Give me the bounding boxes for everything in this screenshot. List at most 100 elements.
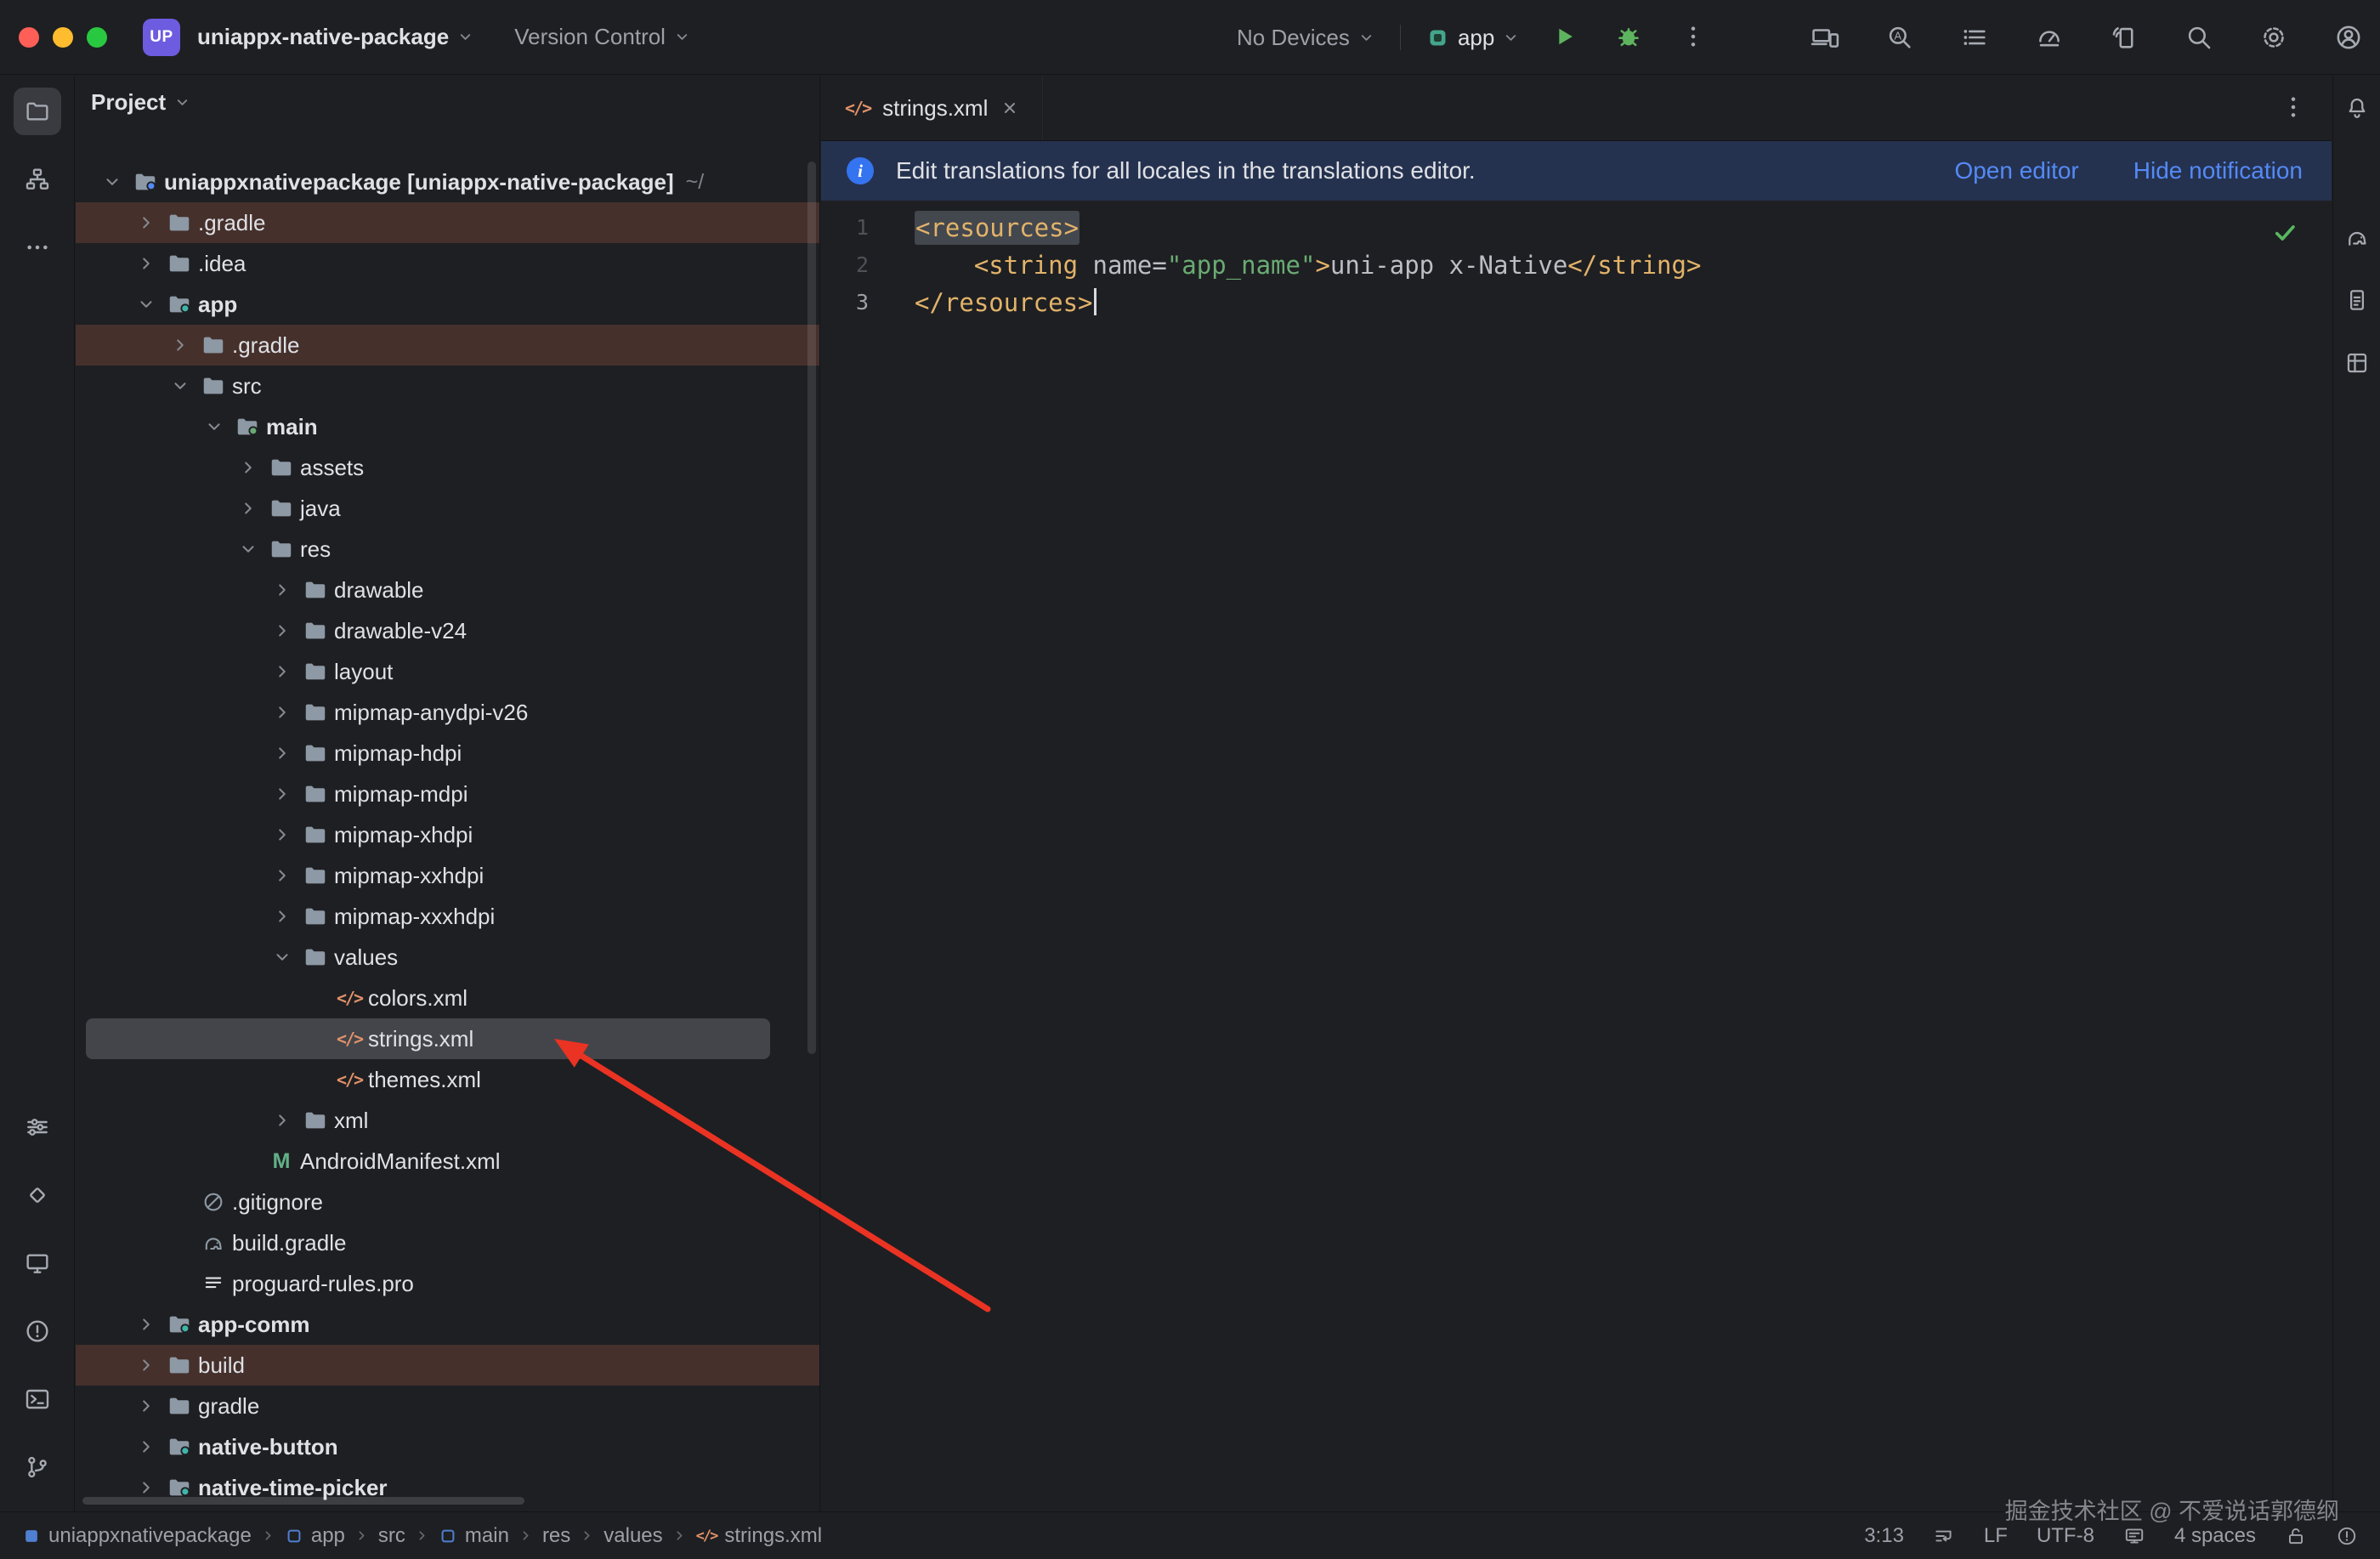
chevron-down-icon[interactable] xyxy=(130,295,162,314)
tree-item-mipmap-xhdpi[interactable]: mipmap-xhdpi xyxy=(76,814,819,855)
more-tool-windows-icon[interactable] xyxy=(14,224,61,271)
profiler-icon[interactable] xyxy=(2030,18,2069,57)
problems-icon[interactable] xyxy=(14,1307,61,1355)
chevron-right-icon[interactable] xyxy=(266,744,298,762)
tree-item-gradle[interactable]: gradle xyxy=(76,1386,819,1426)
breadcrumb-main[interactable]: main xyxy=(439,1524,509,1548)
close-tab-icon[interactable] xyxy=(1000,98,1020,118)
translate-search-icon[interactable]: A xyxy=(1880,18,1919,57)
breadcrumb-res[interactable]: res xyxy=(542,1524,570,1548)
chevron-right-icon[interactable] xyxy=(266,907,298,926)
tree-item-.idea[interactable]: .idea xyxy=(76,243,819,284)
debug-button[interactable] xyxy=(1609,18,1648,57)
chevron-right-icon[interactable] xyxy=(232,499,264,518)
tab-strings-xml[interactable]: </> strings.xml xyxy=(821,76,1043,140)
hide-notification-link[interactable]: Hide notification xyxy=(2134,157,2303,184)
breadcrumb-src[interactable]: src xyxy=(378,1524,405,1548)
tree-item-androidmanifest.xml[interactable]: MAndroidManifest.xml xyxy=(76,1141,819,1182)
tree-item-values[interactable]: values xyxy=(76,937,819,978)
notifications-icon[interactable] xyxy=(2337,88,2377,128)
account-icon[interactable] xyxy=(2329,18,2368,57)
project-widget[interactable]: uniappx-native-package xyxy=(197,24,473,50)
app-quality-insights-icon[interactable] xyxy=(14,1171,61,1219)
tree-item-.gradle[interactable]: .gradle xyxy=(76,325,819,366)
zoom-window-button[interactable] xyxy=(87,27,107,48)
chevron-right-icon[interactable] xyxy=(266,621,298,640)
chevron-down-icon[interactable] xyxy=(266,948,298,967)
tree-item-mipmap-hdpi[interactable]: mipmap-hdpi xyxy=(76,733,819,774)
open-editor-link[interactable]: Open editor xyxy=(1954,157,2078,184)
chevron-right-icon[interactable] xyxy=(130,1478,162,1497)
tree-item-mipmap-anydpi-v26[interactable]: mipmap-anydpi-v26 xyxy=(76,692,819,733)
chevron-down-icon[interactable] xyxy=(232,540,264,558)
tree-horizontal-scrollbar[interactable] xyxy=(82,1497,524,1505)
tree-item-mipmap-xxxhdpi[interactable]: mipmap-xxxhdpi xyxy=(76,896,819,937)
editor-options-button[interactable] xyxy=(2274,88,2313,128)
close-window-button[interactable] xyxy=(19,27,39,48)
chevron-right-icon[interactable] xyxy=(266,1111,298,1130)
tree-item-colors.xml[interactable]: </>colors.xml xyxy=(76,978,819,1018)
run-configuration-selector[interactable]: app xyxy=(1426,25,1519,51)
chevron-right-icon[interactable] xyxy=(266,703,298,722)
tree-item-build.gradle[interactable]: build.gradle xyxy=(76,1222,819,1263)
tree-item-app-comm[interactable]: app-comm xyxy=(76,1304,819,1345)
chevron-right-icon[interactable] xyxy=(232,458,264,477)
tree-item-themes.xml[interactable]: </>themes.xml xyxy=(76,1059,819,1100)
layout-inspector-icon[interactable] xyxy=(2337,343,2377,383)
soft-wrap-icon[interactable] xyxy=(1933,1525,1955,1547)
encoding-widget[interactable]: UTF-8 xyxy=(2037,1524,2094,1548)
tree-item-src[interactable]: src xyxy=(76,366,819,406)
device-pairing-icon[interactable] xyxy=(2105,18,2144,57)
tree-item-mipmap-xxhdpi[interactable]: mipmap-xxhdpi xyxy=(76,855,819,896)
inspection-ok-icon[interactable] xyxy=(2270,218,2299,247)
tree-item-uniappxnativepackage-uniappx-native-package[interactable]: uniappxnativepackage [uniappx-native-pac… xyxy=(76,162,819,202)
device-explorer-icon[interactable] xyxy=(2337,280,2377,320)
chevron-down-icon[interactable] xyxy=(164,377,196,395)
settings-icon[interactable] xyxy=(2254,18,2293,57)
version-control-icon[interactable] xyxy=(14,1443,61,1491)
chevron-right-icon[interactable] xyxy=(130,1437,162,1456)
chevron-right-icon[interactable] xyxy=(164,336,196,354)
structure-icon[interactable] xyxy=(14,156,61,203)
chevron-right-icon[interactable] xyxy=(130,1356,162,1375)
tree-item-.gitignore[interactable]: .gitignore xyxy=(76,1182,819,1222)
tree-item-app[interactable]: app xyxy=(76,284,819,325)
chevron-down-icon[interactable] xyxy=(96,173,128,191)
device-mirroring-icon[interactable] xyxy=(1805,18,1844,57)
tree-item-proguard-rules.pro[interactable]: proguard-rules.pro xyxy=(76,1263,819,1304)
chevron-right-icon[interactable] xyxy=(130,213,162,232)
tree-item-main[interactable]: main xyxy=(76,406,819,447)
line-separator-widget[interactable]: LF xyxy=(1984,1524,2008,1548)
display-lines-icon[interactable] xyxy=(2123,1525,2145,1547)
tree-item-java[interactable]: java xyxy=(76,488,819,529)
tree-item-build[interactable]: build xyxy=(76,1345,819,1386)
chevron-right-icon[interactable] xyxy=(130,1397,162,1415)
indent-widget[interactable]: 4 spaces xyxy=(2174,1524,2256,1548)
breadcrumb-strings.xml[interactable]: </>strings.xml xyxy=(696,1524,822,1548)
tree-item-strings.xml[interactable]: </>strings.xml xyxy=(86,1018,770,1059)
tree-item-native-button[interactable]: native-button xyxy=(76,1426,819,1467)
caret-position-widget[interactable]: 3:13 xyxy=(1864,1524,1904,1548)
tree-item-layout[interactable]: layout xyxy=(76,651,819,692)
version-control-menu[interactable]: Version Control xyxy=(514,24,690,50)
chevron-right-icon[interactable] xyxy=(266,785,298,803)
project-view-selector[interactable]: Project xyxy=(91,89,190,116)
tree-item-drawable[interactable]: drawable xyxy=(76,570,819,610)
chevron-right-icon[interactable] xyxy=(266,866,298,885)
breadcrumb-uniappxnativepackage[interactable]: uniappxnativepackage xyxy=(22,1524,252,1548)
search-everywhere-icon[interactable] xyxy=(2179,18,2218,57)
minimize-window-button[interactable] xyxy=(53,27,73,48)
tree-item-mipmap-mdpi[interactable]: mipmap-mdpi xyxy=(76,774,819,814)
view-options-icon[interactable] xyxy=(1955,18,1994,57)
chevron-right-icon[interactable] xyxy=(266,825,298,844)
running-devices-icon[interactable] xyxy=(14,1239,61,1287)
project-icon[interactable] xyxy=(14,88,61,135)
run-button[interactable] xyxy=(1544,18,1584,57)
terminal-icon[interactable] xyxy=(14,1375,61,1423)
breadcrumb-app[interactable]: app xyxy=(285,1524,345,1548)
build-variants-icon[interactable] xyxy=(14,1103,61,1151)
tree-item-xml[interactable]: xml xyxy=(76,1100,819,1141)
tree-item-assets[interactable]: assets xyxy=(76,447,819,488)
code-editor[interactable]: 1<resources>2 <string name="app_name">un… xyxy=(821,201,2332,321)
more-run-actions-button[interactable] xyxy=(1674,18,1713,57)
